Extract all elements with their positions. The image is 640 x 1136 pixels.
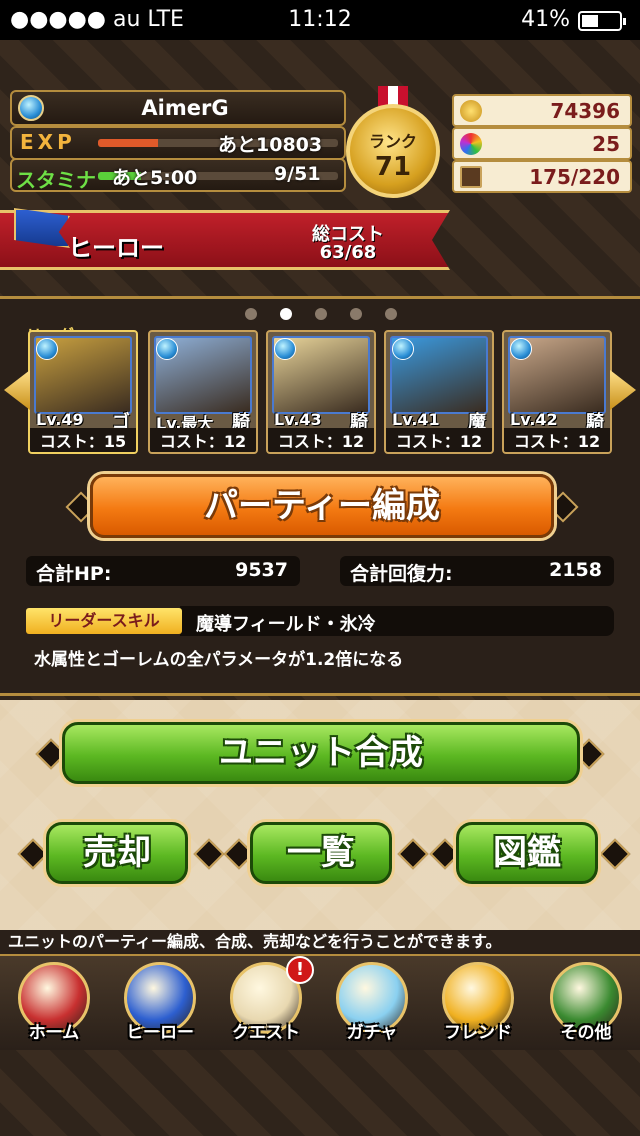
- unit-slot[interactable]: Lv.41 魔コスト：12: [384, 330, 494, 454]
- rainbow-gem-icon: [460, 133, 482, 155]
- party-name: ヒーロー: [68, 234, 164, 262]
- quest-alert-badge: !: [286, 956, 314, 984]
- list-button[interactable]: 一覧: [250, 822, 392, 884]
- total-cost-value: 63/68: [319, 242, 377, 263]
- total-heal-value: 2158: [549, 559, 602, 581]
- stamina-timer: あと5:00: [112, 167, 198, 189]
- element-gem-icon: [156, 338, 178, 360]
- tab-hero[interactable]: ヒーロー: [112, 960, 208, 1046]
- hint-text: ユニットのパーティー編成、合成、売却などを行うことができます。: [0, 930, 640, 954]
- unit-fusion-button[interactable]: ユニット合成: [62, 722, 580, 784]
- unit-cost: コスト：12: [504, 428, 610, 452]
- leader-skill-description: 水属性とゴーレムの全パラメータが1.2倍になる: [34, 650, 404, 670]
- total-hp-label: 合計HP:: [36, 563, 112, 585]
- water-gem-icon: [18, 95, 44, 121]
- background-pattern: [0, 1050, 640, 1136]
- player-name: AimerG: [141, 96, 229, 120]
- page-dot[interactable]: [350, 308, 362, 320]
- coin-value: 74396: [550, 99, 620, 123]
- tab-other[interactable]: その他: [538, 960, 634, 1046]
- unit-cost: コスト：15: [30, 428, 136, 452]
- tab-label: ガチャ: [346, 1023, 398, 1043]
- status-bar: ●●●●● au LTE 11:12 41%: [0, 0, 640, 40]
- element-gem-icon: [392, 338, 414, 360]
- unit-slot[interactable]: Lv.最大騎コスト：12: [148, 330, 258, 454]
- unit-slot[interactable]: Lv.42 騎コスト：12: [502, 330, 612, 454]
- encyclopedia-button[interactable]: 図鑑: [456, 822, 598, 884]
- gem-value: 25: [592, 132, 620, 156]
- tab-label: ヒーロー: [126, 1023, 194, 1043]
- unit-level: Lv.43: [274, 410, 322, 429]
- tab-label: その他: [560, 1023, 612, 1043]
- rank-value: 71: [374, 152, 412, 182]
- leader-skill-name: 魔導フィールド・氷冷: [196, 614, 376, 635]
- total-heal-label: 合計回復力:: [350, 563, 453, 585]
- unit-cost: コスト：12: [150, 428, 256, 452]
- element-gem-icon: [36, 338, 58, 360]
- coin-counter: 74396: [452, 94, 632, 127]
- leader-skill-badge: リーダースキル: [26, 608, 182, 634]
- battery-icon: [578, 11, 626, 31]
- page-dot[interactable]: [385, 308, 397, 320]
- tab-friend[interactable]: フレンド: [430, 960, 526, 1046]
- unit-box-counter: 175/220: [452, 160, 632, 193]
- unit-level: Lv.41: [392, 410, 440, 429]
- rank-medal: ランク 71: [346, 104, 440, 198]
- tab-gacha[interactable]: ガチャ: [324, 960, 420, 1046]
- tab-home[interactable]: ホーム: [6, 960, 102, 1046]
- coin-icon: [460, 100, 482, 122]
- unit-slot[interactable]: Lv.43 騎コスト：12: [266, 330, 376, 454]
- tab-label: ホーム: [28, 1023, 80, 1043]
- unit-slot[interactable]: Lv.49 ゴコスト：15: [28, 330, 138, 454]
- stamina-label: スタミナ: [16, 168, 96, 192]
- total-hp-value: 9537: [235, 559, 288, 581]
- tab-label: クエスト: [232, 1023, 300, 1043]
- unit-cost: コスト：12: [268, 428, 374, 452]
- unit-box-icon: [460, 166, 482, 188]
- unit-box-value: 175/220: [529, 165, 620, 189]
- unit-level: Lv.49: [36, 410, 84, 429]
- page-dot[interactable]: [280, 308, 292, 320]
- unit-cost: コスト：12: [386, 428, 492, 452]
- element-gem-icon: [274, 338, 296, 360]
- rank-label: ランク: [368, 132, 417, 151]
- exp-label: EXP: [20, 130, 76, 154]
- tab-label: フレンド: [444, 1023, 512, 1043]
- page-dot[interactable]: [315, 308, 327, 320]
- total-hp: 合計HP: 9537: [26, 556, 300, 586]
- stamina-value: 9/51: [274, 163, 321, 185]
- battery-percent: 41%: [521, 7, 570, 32]
- sell-button[interactable]: 売却: [46, 822, 188, 884]
- exp-remaining: あと10803: [218, 134, 323, 156]
- party-edit-button[interactable]: パーティー編成: [90, 474, 554, 538]
- unit-level: Lv.42: [510, 410, 558, 429]
- page-dot[interactable]: [245, 308, 257, 320]
- gem-counter: 25: [452, 127, 632, 160]
- total-heal: 合計回復力: 2158: [340, 556, 614, 586]
- element-gem-icon: [510, 338, 532, 360]
